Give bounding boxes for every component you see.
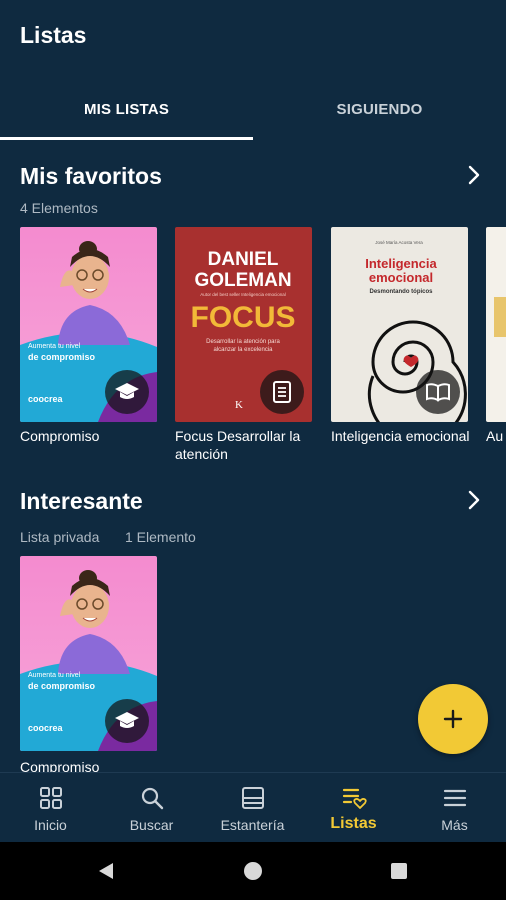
cover-text-line2: de compromiso	[28, 681, 96, 691]
add-list-button[interactable]	[418, 684, 488, 754]
cover-title: FOCUS	[191, 301, 296, 334]
tab-mis-listas[interactable]: MIS LISTAS	[0, 78, 253, 140]
nav-item-listas[interactable]: Listas	[303, 773, 404, 843]
nav-label: Buscar	[129, 817, 174, 833]
cover-text-line2: de compromiso	[28, 352, 96, 362]
nav-label: Más	[441, 817, 468, 833]
cover-author: José María Acosta Vera	[375, 240, 423, 245]
cover-text-line1: Aumenta tu nivel	[28, 672, 81, 679]
list-privacy-label: Lista privada	[20, 529, 100, 545]
nav-label: Listas	[330, 815, 377, 832]
nav-label: Inicio	[34, 817, 67, 833]
graduation-cap-icon	[115, 712, 139, 728]
cover-author-first: DANIEL	[208, 249, 279, 270]
app-root: Listas MIS LISTAS SIGUIENDO Mis favorito…	[0, 0, 506, 900]
cover-title-2: emocional	[369, 270, 433, 285]
book-title[interactable]: Au	[486, 427, 506, 445]
book-card[interactable]: Au	[486, 227, 506, 467]
book-title[interactable]: Compromiso	[20, 427, 170, 445]
recents-icon[interactable]	[390, 862, 408, 880]
nav-item-estanteria[interactable]: Estantería	[202, 773, 303, 843]
cover-text-line1: Aumenta tu nivel	[28, 343, 81, 350]
book-cover[interactable]: Aumenta tu nivel de compromiso coocrea	[20, 227, 157, 422]
plus-icon	[443, 709, 463, 729]
page-title: Listas	[20, 22, 87, 48]
document-icon	[273, 381, 291, 403]
book-title[interactable]: Focus Desarrollar la atención	[175, 427, 325, 463]
graduation-cap-icon	[115, 383, 139, 399]
nav-item-inicio[interactable]: Inicio	[0, 773, 101, 843]
chevron-right-icon[interactable]	[464, 165, 484, 185]
list-heart-icon	[342, 788, 367, 809]
book-title[interactable]: Inteligencia emocional	[331, 427, 481, 445]
section-item-count: 1 Elemento	[125, 529, 196, 545]
back-icon[interactable]	[96, 861, 116, 881]
tab-siguiendo[interactable]: SIGUIENDO	[253, 78, 506, 140]
grid-icon	[40, 787, 62, 809]
course-badge	[105, 699, 149, 743]
book-open-icon	[426, 383, 450, 402]
cover-subtitle: Desmontando tópicos	[369, 289, 433, 295]
cover-publisher: K	[235, 399, 243, 411]
system-navigation-bar	[0, 842, 506, 900]
section-item-count: 4 Elementos	[20, 200, 98, 216]
cover-subtitle-2: alcanzar la excelencia	[213, 347, 273, 353]
section-title[interactable]: Interesante	[20, 488, 143, 515]
cover-title-1: Inteligencia	[365, 256, 437, 271]
menu-icon	[443, 789, 467, 807]
search-icon	[141, 787, 164, 810]
active-tab-indicator	[0, 137, 253, 140]
bottom-navigation: Inicio Buscar Estantería Listas Más	[0, 772, 506, 842]
home-icon[interactable]	[243, 861, 263, 881]
nav-label: Estantería	[220, 817, 285, 833]
nav-item-buscar[interactable]: Buscar	[101, 773, 202, 843]
audiobook-badge	[416, 370, 460, 414]
list-section-mis-favoritos: Mis favoritos 4 Elementos Aumenta tu niv…	[0, 150, 506, 470]
cover-small-text: Autor del best seller Inteligencia emoci…	[200, 292, 286, 297]
cover-author-last: GOLEMAN	[194, 270, 291, 291]
course-badge	[105, 370, 149, 414]
top-app-bar: Listas	[0, 0, 506, 70]
book-cover-art	[486, 227, 506, 422]
cover-subtitle-1: Desarrollar la atención para	[206, 339, 280, 345]
nav-item-mas[interactable]: Más	[404, 773, 505, 843]
shelf-icon	[242, 787, 264, 809]
cover-brand: coocrea	[28, 723, 64, 733]
ebook-badge	[260, 370, 304, 414]
book-cover[interactable]: Aumenta tu nivel de compromiso coocrea	[20, 556, 157, 751]
book-cover[interactable]: DANIEL GOLEMAN Autor del best seller Int…	[175, 227, 312, 422]
section-title[interactable]: Mis favoritos	[20, 163, 162, 190]
book-cover[interactable]: José María Acosta Vera Inteligencia emoc…	[331, 227, 468, 422]
chevron-right-icon[interactable]	[464, 490, 484, 510]
book-cover[interactable]	[486, 227, 506, 422]
tab-bar: MIS LISTAS SIGUIENDO	[0, 78, 506, 140]
cover-brand: coocrea	[28, 394, 64, 404]
